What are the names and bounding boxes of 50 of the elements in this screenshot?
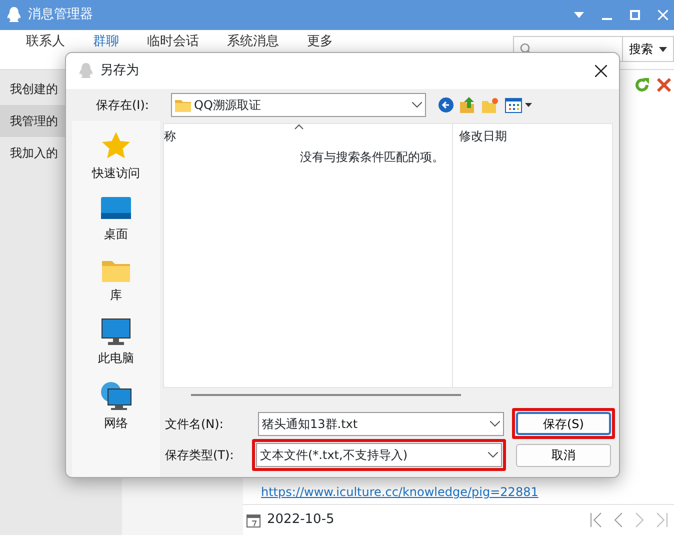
desktop-icon [100, 196, 132, 222]
chevron-icon [412, 102, 422, 108]
save-button[interactable]: 保存(S) [516, 412, 611, 435]
dialog-title: 另存为 [100, 62, 139, 80]
tab[interactable]: 联系人 [12, 35, 79, 48]
back-icon[interactable] [438, 97, 454, 113]
new-folder-icon[interactable] [482, 97, 499, 113]
search-button[interactable]: 搜索 [623, 36, 674, 62]
network-icon [100, 381, 132, 411]
dialog-logo-icon [78, 62, 94, 80]
refresh-icon[interactable] [633, 76, 651, 94]
app-logo-icon [6, 6, 22, 24]
place-item[interactable]: 网络 [100, 377, 132, 436]
tab[interactable]: 群聊 [79, 35, 133, 48]
message-link[interactable]: https://www.iculture.cc/knowledge/pig=22881 [261, 485, 538, 499]
column-header[interactable]: 修改日期 [452, 124, 612, 148]
last-page-icon[interactable] [656, 512, 668, 528]
maximize-icon[interactable] [630, 10, 640, 20]
dropdown-icon[interactable] [574, 12, 584, 18]
filename-field[interactable]: 猪头通知13群.txt [258, 412, 504, 436]
folder-dropdown[interactable]: QQ溯源取证 [171, 93, 426, 117]
folder-icon [175, 98, 191, 112]
tab[interactable]: 更多 [293, 35, 347, 48]
empty-message: 没有与搜索条件匹配的项。 [300, 149, 444, 166]
date-text: 2022-10-5 [267, 511, 334, 530]
place-item[interactable]: 桌面 [100, 192, 132, 247]
tab[interactable]: 临时会话 [133, 35, 213, 48]
calendar-icon[interactable] [246, 512, 261, 528]
up-folder-icon[interactable] [460, 97, 476, 113]
window-title: 消息管理器 [28, 6, 93, 24]
filetype-label: 保存类型(T): [164, 447, 235, 464]
previous-page-icon[interactable] [614, 512, 623, 528]
view-menu-icon[interactable] [505, 98, 532, 112]
computer-icon [101, 318, 131, 346]
place-item[interactable]: 此电脑 [98, 314, 134, 371]
tab[interactable]: 系统消息 [213, 35, 293, 48]
chevron-icon [488, 452, 498, 458]
first-page-icon[interactable] [590, 512, 602, 528]
filetype-dropdown[interactable]: 文本文件(*.txt,不支持导入) [256, 443, 502, 467]
next-page-icon[interactable] [635, 512, 644, 528]
scrollbar[interactable] [191, 394, 461, 396]
star-icon [101, 131, 131, 161]
chevron-icon [490, 420, 500, 426]
filename-label: 文件名(N): [164, 416, 224, 432]
cancel-button[interactable]: 取消 [516, 444, 611, 466]
place-item[interactable]: 库 [101, 253, 131, 308]
caret-icon [659, 46, 667, 52]
delete-icon[interactable] [657, 76, 671, 94]
close-icon[interactable] [595, 65, 607, 77]
column-header[interactable]: 称 [164, 124, 452, 148]
